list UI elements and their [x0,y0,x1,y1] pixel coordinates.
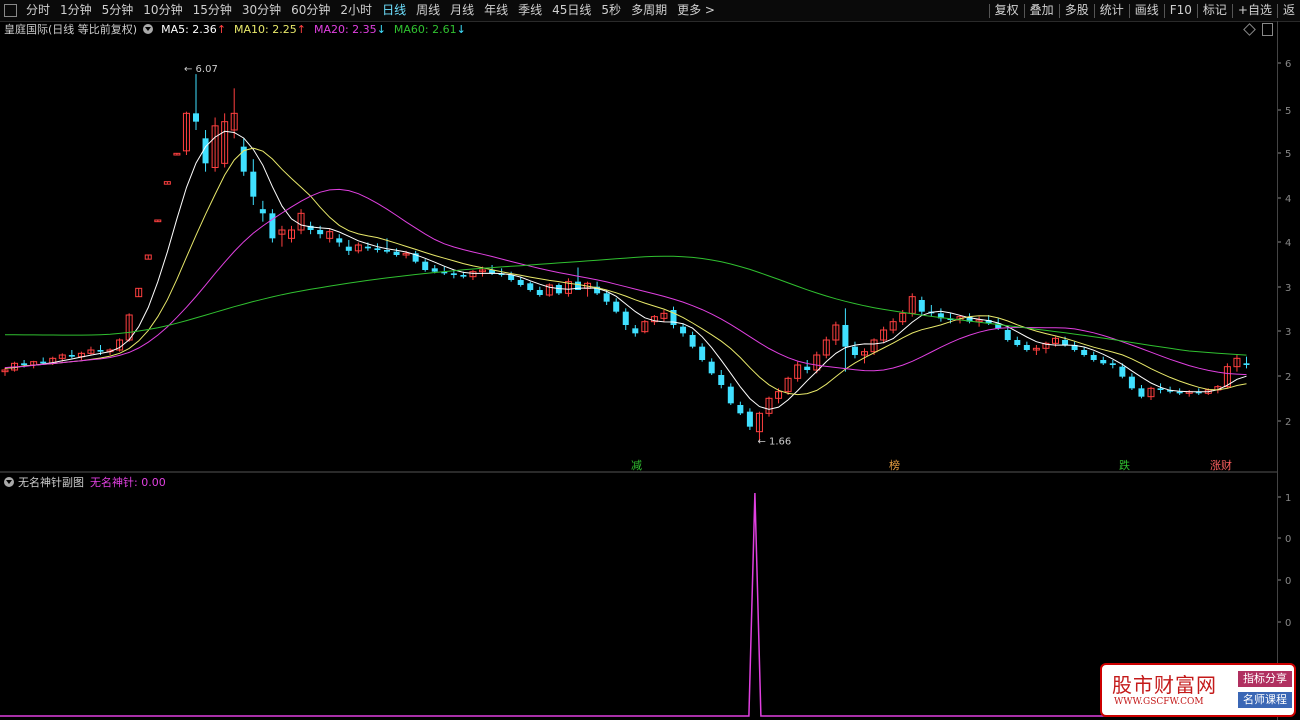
ma10-line [4,147,1247,396]
candle-body [632,328,639,334]
candle-body [1243,363,1250,365]
ma5-line [4,130,1247,410]
candle-body [708,361,715,374]
candle-body [336,238,343,243]
watermark-title: 股市财富网 [1112,673,1217,697]
candle-body [384,250,390,252]
candle-body [1062,340,1069,345]
candle-body [1014,340,1021,345]
ma20-line [4,188,1247,376]
watermark-url: WWW.GSCFW.COM [1114,697,1204,707]
candle-body [40,361,47,364]
candle-body [804,366,811,370]
candle-body [374,248,381,250]
candle-body [1100,360,1107,364]
candle-body [1090,355,1097,360]
candle-body [1157,388,1164,390]
signal-label: 减 [631,459,642,472]
candle-body [727,386,734,404]
candle-body [460,275,467,277]
signal-label: 涨财 [1210,458,1232,472]
candle-body [259,209,266,214]
price-axis [1277,21,1300,720]
candle-body [250,171,257,197]
candle-body [622,311,629,325]
candle-body [193,113,199,122]
candle-body [527,283,534,290]
candle-body [1109,363,1116,365]
candle-body [97,350,104,352]
candle-body [68,355,75,357]
candle-body [422,261,429,270]
watermark-tag-share: 指标分享 [1238,671,1292,687]
candle-body [536,290,543,295]
sub-dropdown-circle-icon[interactable] [4,477,14,487]
candle-body [1004,330,1011,340]
candle-body [517,280,524,285]
candle-body [393,251,400,255]
candle-body [689,335,696,347]
candle-body [1128,376,1135,389]
sub-chart-title[interactable]: 无名神针副图 [18,474,84,490]
candle-body [1138,388,1145,397]
candle-body [345,246,352,251]
candle-body [508,275,515,280]
candle-body [1023,345,1030,350]
candle-body [1081,350,1088,355]
candle-body [699,346,706,360]
candle-body [21,363,28,365]
candle-body [918,300,925,312]
candle-body [269,213,276,239]
candle-body [1119,366,1126,377]
candle-body [431,268,438,272]
candle-body [450,273,457,275]
signal-label: 榜 [889,458,900,472]
sub-legend: 无名神针副图 无名神针: 0.00 [0,474,166,490]
high-price-label: ← 6.07 [184,64,218,75]
candle-body [851,346,858,355]
candle-body [613,301,620,312]
watermark-logo: 股市财富网 WWW.GSCFW.COM 指标分享 名师课程 [1100,663,1296,717]
candle-body [364,246,371,249]
candle-body [1176,391,1183,394]
candle-body [317,230,324,235]
candle-body [680,326,687,334]
ma60-line [4,255,1247,356]
candle-body [842,325,849,347]
candle-body [737,405,744,414]
low-price-label: ← 1.66 [757,437,791,448]
candle-body [718,375,725,385]
watermark-tag-course: 名师课程 [1238,692,1292,708]
kline-chart[interactable]: ← 6.07← 1.66减榜跌涨财6554433221000 [0,0,1300,720]
sub-indicator-value: 无名神针: 0.00 [90,476,166,489]
signal-label: 跌 [1119,458,1130,472]
candle-body [603,293,610,302]
sub-indicator-line [0,492,1277,717]
candle-body [746,411,753,427]
